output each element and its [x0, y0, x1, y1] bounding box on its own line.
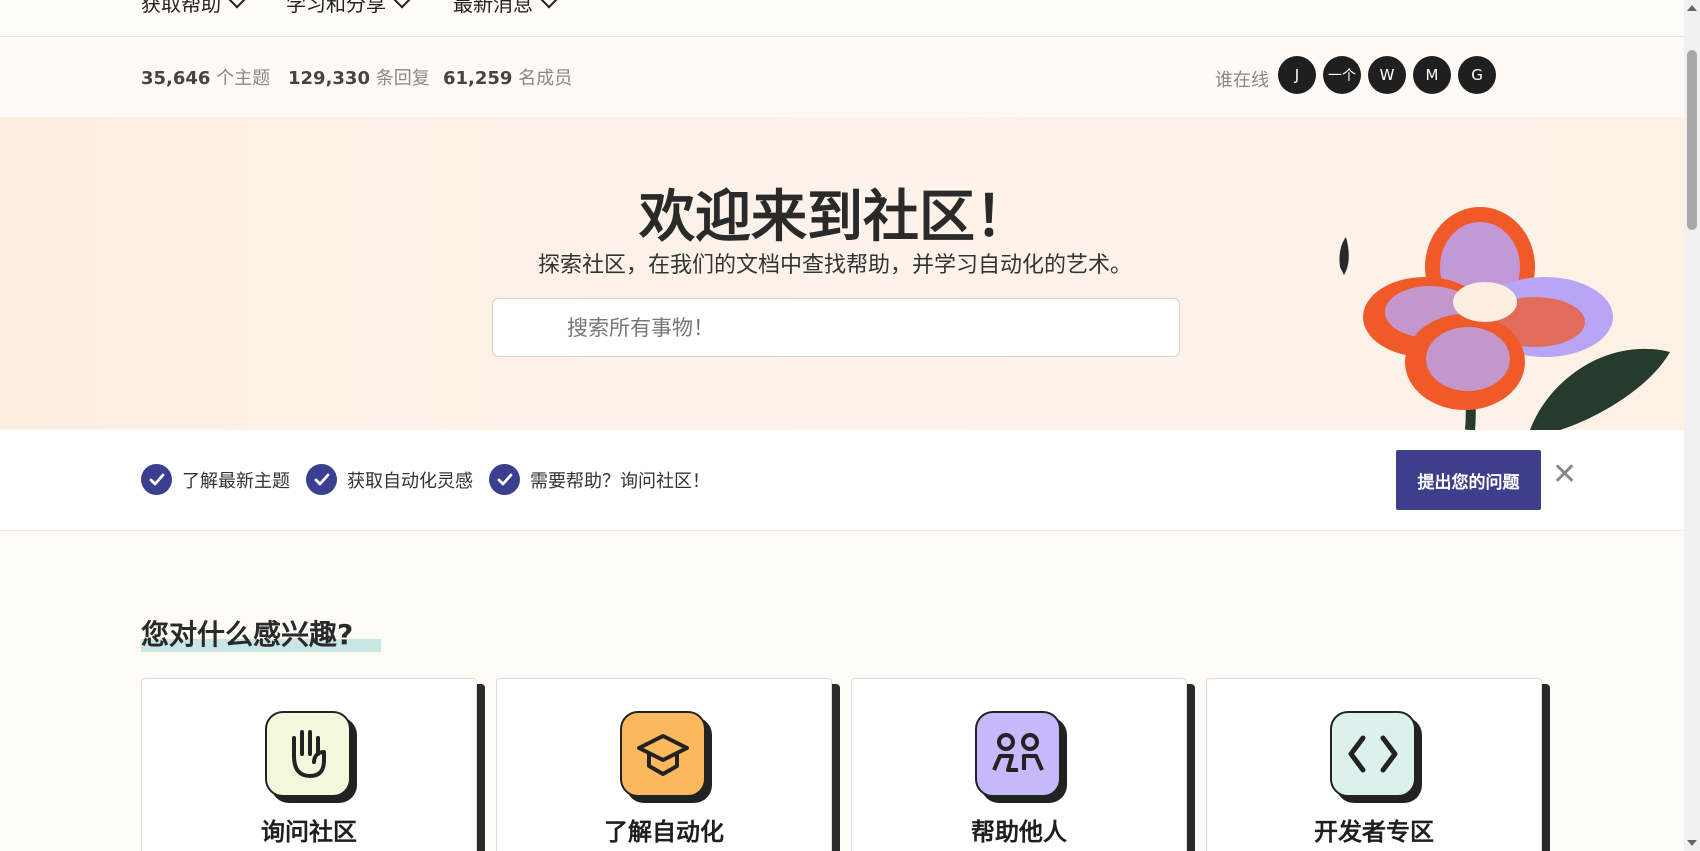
checklist-item[interactable]: 获取自动化灵感 — [306, 464, 473, 495]
interest-card-developer-zone[interactable]: 开发者专区 — [1206, 678, 1542, 851]
check-icon — [141, 464, 172, 495]
hero-banner: 欢迎来到社区！ 探索社区，在我们的文档中查找帮助，并学习自动化的艺术。 — [0, 117, 1684, 430]
avatar[interactable]: W — [1368, 56, 1406, 94]
topics-stat: 35,646 个主题 — [141, 64, 270, 90]
topics-count: 35,646 — [141, 68, 211, 89]
card-title: 询问社区 — [261, 818, 357, 846]
checklist-label: 了解最新主题 — [182, 470, 290, 492]
members-stat: 61,259 名成员 — [443, 64, 572, 90]
people-icon — [975, 711, 1061, 797]
interest-card-learn-automation[interactable]: 了解自动化 — [496, 678, 832, 851]
check-icon — [306, 464, 337, 495]
avatar[interactable]: M — [1413, 56, 1451, 94]
nav-item-learn-share[interactable]: 学习和分享 — [286, 0, 411, 17]
replies-label: 条回复 — [375, 68, 430, 89]
members-label: 名成员 — [518, 68, 573, 89]
nav-item-label: 最新消息 — [453, 0, 533, 16]
flower-illustration — [1339, 207, 1670, 430]
avatar[interactable]: J — [1278, 56, 1316, 94]
ask-question-button[interactable]: 提出您的问题 — [1396, 450, 1541, 510]
checklist-label: 需要帮助？询问社区！ — [530, 470, 710, 492]
onboarding-checklist: 了解最新主题 获取自动化灵感 需要帮助？询问社区！ 提出您的问题 ✕ — [0, 430, 1684, 531]
search-box — [492, 298, 1180, 357]
checklist-item[interactable]: 需要帮助？询问社区！ — [489, 464, 710, 495]
interests-heading: 您对什么感兴趣? — [141, 618, 354, 651]
card-title: 了解自动化 — [604, 818, 724, 846]
scroll-up-icon[interactable] — [1687, 5, 1697, 11]
nav-item-get-help[interactable]: 获取帮助 — [141, 0, 246, 17]
section-title: 您对什么感兴趣? — [141, 613, 381, 653]
close-icon[interactable]: ✕ — [1552, 460, 1577, 490]
card-title: 帮助他人 — [971, 818, 1067, 846]
nav-item-label: 学习和分享 — [286, 0, 386, 16]
graduation-cap-icon — [620, 711, 706, 797]
code-brackets-icon — [1330, 711, 1416, 797]
scrollbar-thumb[interactable] — [1687, 50, 1697, 230]
chevron-down-icon — [393, 0, 411, 8]
members-count: 61,259 — [443, 68, 513, 89]
interest-card-ask-community[interactable]: 询问社区 — [141, 678, 477, 851]
search-input[interactable] — [567, 299, 1147, 356]
replies-stat: 129,330 条回复 — [288, 64, 430, 90]
avatar[interactable]: 一个 — [1323, 56, 1361, 94]
hand-icon — [265, 711, 351, 797]
nav-item-label: 获取帮助 — [141, 0, 221, 16]
check-icon — [489, 464, 520, 495]
nav-item-latest-news[interactable]: 最新消息 — [453, 0, 558, 17]
replies-count: 129,330 — [288, 68, 370, 89]
interest-card-help-others[interactable]: 帮助他人 — [851, 678, 1187, 851]
card-title: 开发者专区 — [1314, 818, 1434, 846]
top-nav: 获取帮助 学习和分享 最新消息 — [0, 0, 1684, 37]
chevron-down-icon — [540, 0, 558, 8]
avatar[interactable]: G — [1458, 56, 1496, 94]
page-scrollbar[interactable] — [1684, 0, 1700, 851]
online-label: 谁在线 — [1215, 70, 1269, 91]
scroll-down-icon[interactable] — [1687, 840, 1697, 846]
chevron-down-icon — [228, 0, 246, 8]
checklist-label: 获取自动化灵感 — [347, 470, 473, 492]
topics-label: 个主题 — [216, 68, 271, 89]
checklist-item[interactable]: 了解最新主题 — [141, 464, 290, 495]
